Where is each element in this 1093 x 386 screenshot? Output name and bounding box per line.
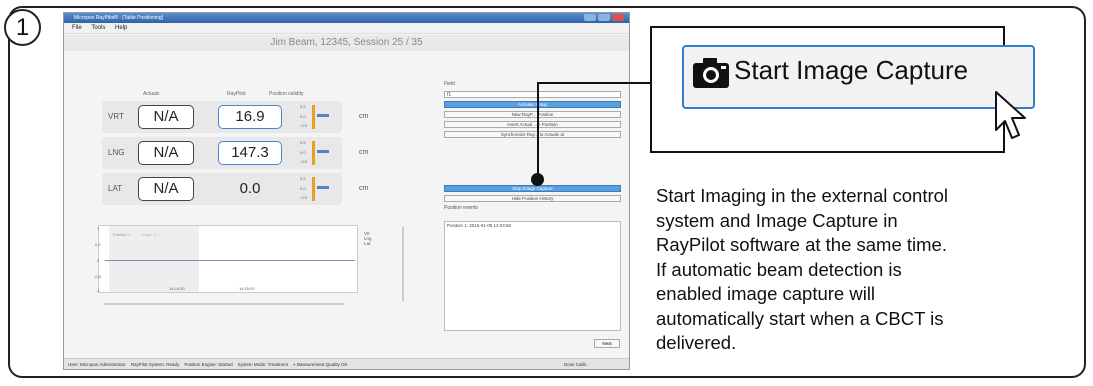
position-events-list[interactable]: Position 1: 2016-01-05 14:23:58 — [444, 221, 621, 331]
callout-anchor-dot — [531, 173, 544, 186]
validity-tick: -0.5 — [300, 195, 307, 200]
instruction-line: enabled image capture will — [656, 283, 876, 304]
validity-indicator-icon — [317, 186, 329, 189]
start-image-capture-label: Start Image Capture — [734, 55, 969, 85]
window-title-bar: Micropos RayPilot® - [Table Positioning] — [64, 13, 629, 23]
legend-item: Lat — [364, 241, 371, 246]
graph-legend: Vrt Lng Lat — [364, 231, 372, 246]
validity-tick: 0.5 — [300, 104, 306, 109]
y-tick: 0.5 — [95, 242, 101, 247]
instruction-line: If automatic beam detection is — [656, 258, 902, 280]
validity-header: Position validity — [269, 91, 304, 97]
time-scrollbar[interactable] — [104, 303, 344, 305]
unit-label: cm — [359, 149, 369, 156]
insert-actual-button[interactable]: Insert Actual ...le Position — [444, 121, 621, 128]
status-engine: Position Engine: Started — [184, 362, 233, 367]
axis-label: LAT — [108, 184, 123, 193]
y-tick: -1 — [96, 288, 100, 293]
status-mode: System Mode: Treatment — [237, 362, 288, 367]
validity-bar — [312, 105, 315, 129]
y-tick: 1 — [97, 226, 100, 231]
patient-header: Jim Beam, 12345, Session 25 / 35 — [64, 35, 629, 51]
axis-row-lat: LAT N/A 0.0 0.5 0.0 -0.5 cm — [102, 173, 368, 205]
raypilot-value: 0.0 — [218, 177, 282, 201]
actual-value: N/A — [138, 105, 194, 129]
next-button[interactable]: Next — [594, 339, 620, 348]
synchronize-button[interactable]: Synchronize Ray... to Actuals at — [444, 131, 621, 138]
pointer-cursor-icon — [995, 91, 1026, 139]
instruction-line: delivered. — [656, 332, 737, 353]
close-button[interactable] — [612, 14, 624, 21]
status-bar: User: Micropos Administrator RayPilot Sy… — [64, 358, 629, 369]
axis-row-vrt: VRT N/A 16.9 0.5 0.0 -0.5 cm — [102, 101, 368, 133]
instruction-line: system and Image Capture in — [656, 209, 898, 231]
instruction-line: RayPilot software at the same time. — [656, 234, 947, 255]
validity-tick: 0.0 — [300, 114, 306, 119]
maximize-button[interactable] — [598, 14, 610, 21]
raypilot-value: 147.3 — [218, 141, 282, 165]
x-tick: 14:24:30 — [169, 286, 185, 291]
menu-help[interactable]: Help — [115, 25, 127, 31]
new-position-button[interactable]: New RayP... Position — [444, 111, 621, 118]
graph-segment-label: Position 1 — [113, 232, 131, 237]
axis-label: LNG — [108, 148, 125, 157]
camera-icon — [693, 58, 729, 88]
menu-file[interactable]: File — [72, 25, 82, 31]
actual-value: N/A — [138, 177, 194, 201]
validity-tick: 0.5 — [300, 176, 306, 181]
axis-row-lng: LNG N/A 147.3 0.5 0.0 -0.5 cm — [102, 137, 368, 169]
minimize-button[interactable] — [584, 14, 596, 21]
validity-bar — [312, 141, 315, 165]
stop-image-capture-button[interactable]: Stop Image Capture — [444, 185, 621, 192]
validity-indicator-icon — [317, 150, 329, 153]
instruction-line: Start Imaging in the external control — [656, 185, 949, 206]
zoom-slider[interactable] — [402, 227, 404, 301]
x-tick: 14:25:00 — [239, 286, 255, 291]
status-user: User: Micropos Administrator — [68, 362, 126, 367]
hide-position-history-button[interactable]: Hide Position History — [444, 195, 621, 202]
menu-tools[interactable]: Tools — [91, 25, 105, 31]
menu-bar: File Tools Help — [64, 23, 629, 34]
validity-bar — [312, 177, 315, 201]
validity-tick: -0.5 — [300, 123, 307, 128]
axis-label: VRT — [108, 112, 124, 121]
validity-tick: 0.0 — [300, 186, 306, 191]
raypilot-value: 16.9 — [218, 105, 282, 129]
activate-setup-button[interactable]: Activate Setup — [444, 101, 621, 108]
instruction-text: Start Imaging in the external control sy… — [656, 184, 1036, 356]
y-tick: 0 — [97, 258, 100, 263]
callout-leader — [537, 82, 539, 177]
check-icon: ● — [292, 362, 296, 367]
field-label: Field — [444, 81, 455, 87]
validity-tick: 0.0 — [300, 150, 306, 155]
instruction-line: automatically start when a CBCT is — [656, 307, 944, 329]
status-dose: Dose Calib.: — [564, 362, 589, 367]
actuals-header: Actuals — [143, 91, 160, 97]
unit-label: cm — [359, 113, 369, 120]
status-system: RayPilot System: Ready — [130, 362, 180, 367]
unit-label: cm — [359, 185, 369, 192]
event-item[interactable]: Position 1: 2016-01-05 14:23:58 — [445, 222, 620, 229]
window-title: Micropos RayPilot® - [Table Positioning] — [74, 15, 163, 21]
callout-leader — [537, 82, 650, 84]
actual-value: N/A — [138, 141, 194, 165]
events-label: Position events — [444, 205, 478, 211]
validity-tick: -0.5 — [300, 159, 307, 164]
validity-tick: 0.5 — [300, 140, 306, 145]
validity-indicator-icon — [317, 114, 329, 117]
graph-line — [105, 260, 355, 261]
graph-segment-label: Image Ti... — [141, 232, 160, 237]
app-screenshot: Micropos RayPilot® - [Table Positioning]… — [63, 12, 630, 370]
field-select[interactable]: f1 — [444, 91, 621, 98]
status-quality: Measurement Quality OK — [296, 362, 348, 367]
position-graph: Position 1 Image Ti... 1 0.5 0 -0.5 -1 1… — [94, 225, 358, 293]
y-tick: -0.5 — [94, 274, 101, 279]
step-number-badge: 1 — [4, 9, 41, 46]
raypilot-header: RayPilot — [227, 91, 246, 97]
